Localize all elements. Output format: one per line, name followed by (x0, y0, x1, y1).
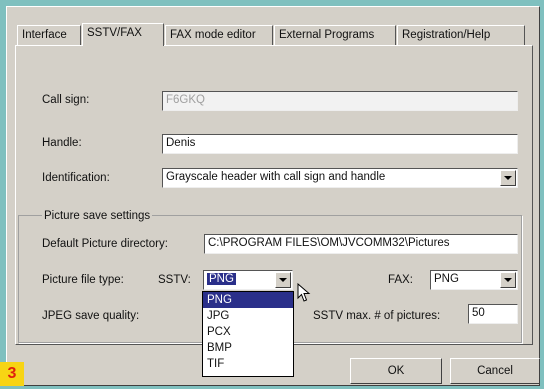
call-sign-label: Call sign: (42, 94, 90, 106)
jpeg-quality-label: JPEG save quality: (42, 310, 140, 322)
tab-external-programs[interactable]: External Programs (274, 25, 396, 45)
list-item[interactable]: PCX (203, 324, 293, 340)
sstv-file-type-listbox: PNG JPG PCX BMP TIF (202, 291, 294, 377)
cancel-button[interactable]: Cancel (450, 358, 540, 384)
sstv-max-pictures-field[interactable]: 50 (468, 304, 518, 324)
picture-file-type-label: Picture file type: (42, 274, 124, 286)
tab-interface[interactable]: Interface (17, 25, 81, 45)
sstv-max-pictures-label: SSTV max. # of pictures: (313, 310, 441, 322)
list-item[interactable]: TIF (203, 356, 293, 372)
ok-button[interactable]: OK (350, 358, 442, 384)
figure-number-badge: 3 (0, 362, 24, 386)
list-item[interactable]: JPG (203, 308, 293, 324)
picture-save-group-title: Picture save settings (42, 210, 153, 222)
sstv-label: SSTV: (158, 274, 191, 286)
handle-field[interactable]: Denis (162, 134, 518, 154)
identification-value: Grayscale header with call sign and hand… (166, 171, 386, 183)
tab-registration-help[interactable]: Registration/Help (397, 25, 525, 45)
default-dir-label: Default Picture directory: (42, 238, 168, 250)
sstv-file-type-value: PNG (207, 273, 236, 285)
fax-dropdown-arrow-icon[interactable] (500, 272, 516, 288)
identification-dropdown-arrow-icon[interactable] (500, 170, 516, 186)
identification-label: Identification: (42, 172, 110, 184)
call-sign-field: F6GKQ (162, 91, 518, 111)
list-item[interactable]: PNG (203, 292, 293, 308)
handle-label: Handle: (42, 137, 82, 149)
tab-fax-mode-editor[interactable]: FAX mode editor (165, 25, 273, 45)
identification-select[interactable]: Grayscale header with call sign and hand… (162, 168, 518, 188)
tab-sstv-fax[interactable]: SSTV/FAX (82, 23, 164, 46)
list-item[interactable]: BMP (203, 340, 293, 356)
sstv-dropdown-arrow-icon[interactable] (275, 272, 291, 288)
fax-file-type-select[interactable]: PNG (430, 270, 518, 290)
sstv-file-type-select[interactable]: PNG (203, 270, 293, 290)
default-dir-field[interactable]: C:\PROGRAM FILES\OM\JVCOMM32\Pictures (204, 234, 518, 254)
fax-label: FAX: (388, 274, 413, 286)
fax-file-type-value: PNG (434, 273, 459, 285)
mouse-pointer-icon (297, 283, 311, 302)
